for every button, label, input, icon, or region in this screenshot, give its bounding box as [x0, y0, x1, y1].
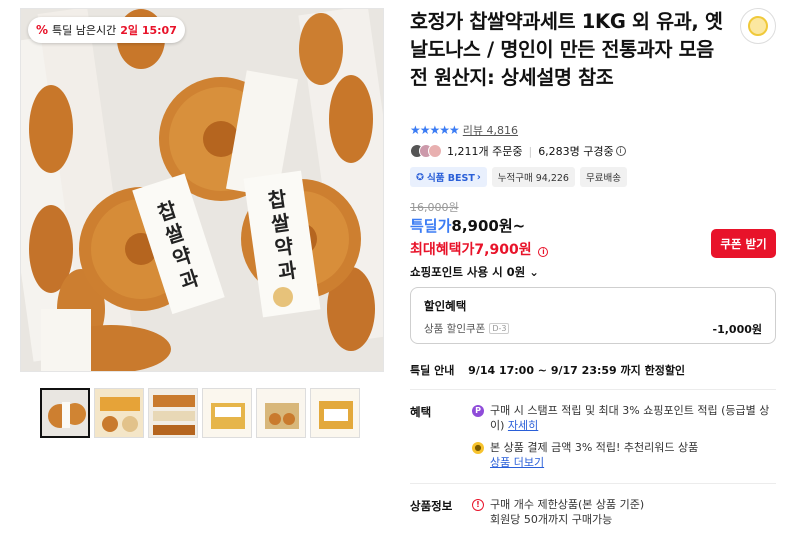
benefit-text: 본 상품 결제 금액 3% 적립! 추천리워드 상품	[490, 441, 699, 454]
thumbnail-2[interactable]	[94, 388, 144, 438]
thumbnail-3[interactable]	[148, 388, 198, 438]
tag-label: 식품 BEST	[426, 173, 475, 184]
coin-icon	[748, 16, 768, 36]
discount-item: 상품 할인쿠폰 D-3	[424, 321, 510, 336]
benefit-item: ● 본 상품 결제 금액 3% 적립! 추천리워드 상품 상품 더보기	[472, 440, 772, 470]
thumbnail-1[interactable]	[40, 388, 90, 438]
rating-stars-icon: ★★★★★	[410, 123, 460, 137]
rating-row: ★★★★★ 리뷰 4,816	[410, 122, 518, 138]
deal-price: 특딜가8,900원~	[410, 215, 525, 236]
purchase-limit-text: 구매 개수 제한상품(본 상품 기준)	[490, 498, 645, 511]
divider	[410, 389, 776, 390]
discount-title: 할인혜택	[424, 299, 467, 313]
deal-notice-label: 특딜 안내	[410, 364, 455, 377]
review-link[interactable]: 리뷰 4,816	[463, 122, 518, 138]
points-label: 쇼핑포인트 사용 시 0원	[410, 265, 526, 279]
tag-free-shipping: 무료배송	[579, 167, 627, 187]
coupon-dday-badge: D-3	[489, 323, 510, 334]
max-benefit-value: 7,900원	[474, 242, 532, 258]
thumbnail-4[interactable]	[202, 388, 252, 438]
order-count: 1,211개 주문중	[447, 145, 523, 158]
tag-list: ✪ 식품 BEST › 누적구매 94,226 무료배송	[410, 167, 627, 187]
discount-item-label: 상품 할인쿠폰	[424, 323, 486, 335]
discount-box: 할인혜택 상품 할인쿠폰 D-3 -1,000원	[410, 287, 776, 344]
thumbnail-strip	[40, 388, 360, 438]
yakgwa-photo	[21, 9, 383, 371]
info-icon[interactable]: i	[615, 146, 626, 156]
max-benefit-label: 최대혜택가	[410, 242, 475, 258]
product-main-image: 찹쌀약과 찹쌀약과 % 특딜 남은시간 2일 15:07	[20, 8, 384, 372]
details-link[interactable]: 자세히	[508, 419, 538, 432]
product-info-item: ! 구매 개수 제한상품(본 상품 기준) 회원당 50개까지 구매가능	[472, 497, 772, 527]
deal-price-label: 특딜가	[410, 217, 452, 235]
discount-value: -1,000원	[712, 323, 762, 336]
original-price: 16,000원	[410, 201, 459, 214]
timer-value: 2일 15:07	[120, 24, 177, 37]
product-info-label: 상품정보	[410, 499, 453, 513]
deal-notice: 특딜 안내 9/14 17:00 ~ 9/17 23:59 까지 한정할인	[410, 362, 685, 378]
points-dropdown[interactable]: 쇼핑포인트 사용 시 0원 ⌄	[410, 264, 539, 280]
thumbnail-6[interactable]	[310, 388, 360, 438]
share-button[interactable]	[740, 8, 776, 44]
max-benefit-price: 최대혜택가7,900원 i	[410, 239, 549, 259]
avatar	[428, 144, 442, 158]
product-title: 호정가 찹쌀약과세트 1KG 외 유과, 옛날도나스 / 명인이 만든 전통과자…	[410, 10, 723, 89]
chevron-down-icon: ⌄	[529, 265, 539, 279]
tag-food-best[interactable]: ✪ 식품 BEST ›	[410, 167, 487, 187]
buyer-avatars	[410, 144, 442, 158]
deal-notice-value: 9/14 17:00 ~ 9/17 23:59 까지 한정할인	[468, 364, 686, 377]
divider: |	[528, 144, 533, 158]
divider	[410, 483, 776, 484]
viewer-count: 6,283명 구경중	[538, 145, 614, 158]
info-icon[interactable]: i	[538, 247, 549, 257]
tag-cumulative-purchase: 누적구매 94,226	[491, 167, 575, 187]
benefit-item: P 구매 시 스탬프 적립 및 최대 3% 쇼핑포인트 적립 (등급별 상이) …	[472, 403, 772, 433]
alert-icon: !	[472, 499, 484, 511]
purchase-limit-detail: 회원당 50개까지 구매가능	[490, 513, 613, 526]
chevron-right-icon: ›	[476, 171, 481, 183]
timer-label: 특딜 남은시간	[52, 24, 117, 37]
coupon-button[interactable]: 쿠폰 받기	[711, 229, 776, 258]
coin-icon: ●	[472, 442, 484, 454]
deal-price-value: 8,900원~	[451, 217, 526, 235]
thumbnail-5[interactable]	[256, 388, 306, 438]
deal-timer-badge: % 특딜 남은시간 2일 15:07	[28, 17, 185, 43]
percent-icon: %	[36, 23, 49, 37]
benefits-label: 혜택	[410, 405, 432, 419]
point-icon: P	[472, 405, 484, 417]
star-circle-icon: ✪	[416, 171, 424, 183]
more-products-link[interactable]: 상품 더보기	[490, 456, 544, 469]
stats-row: 1,211개 주문중 | 6,283명 구경중 i	[410, 143, 626, 159]
